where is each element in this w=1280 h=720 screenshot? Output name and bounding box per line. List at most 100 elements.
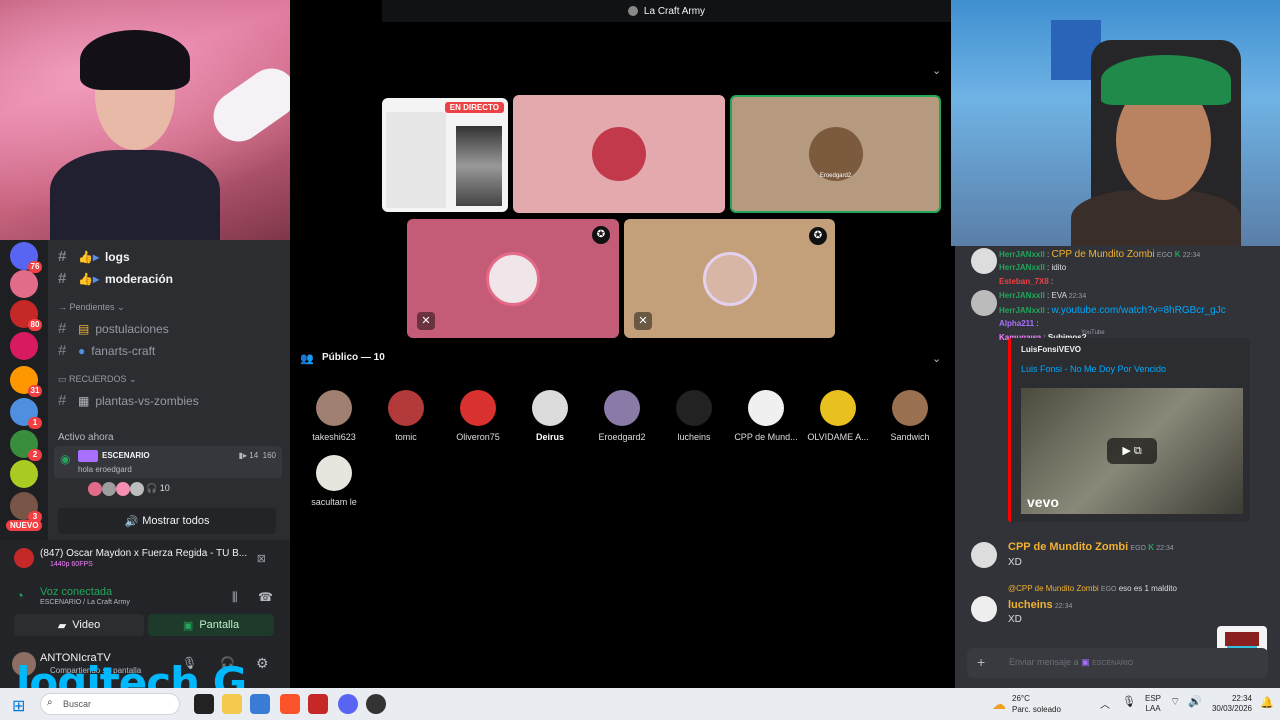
play-icon[interactable]: ▶ ⧉ (1107, 438, 1157, 464)
wifi-icon[interactable]: ⌔ (1170, 695, 1180, 709)
channel-logs[interactable]: # 👍▸ logs (58, 248, 130, 265)
avatar[interactable] (971, 290, 997, 316)
soundboard-icon[interactable]: ⫼ (232, 590, 238, 605)
file-explorer-icon[interactable] (222, 694, 242, 714)
discord-icon[interactable] (338, 694, 358, 714)
notification-icon[interactable]: 🔔 (1260, 696, 1274, 709)
video-thumbnail[interactable]: ▶ ⧉ vevo (1021, 388, 1243, 514)
hash-icon: # (58, 392, 67, 409)
audience-member[interactable]: Eroedgard2 (586, 390, 658, 442)
task-view-icon[interactable] (194, 694, 214, 714)
taskbar-clock[interactable]: 22:34 30/03/2026 (1206, 694, 1252, 714)
input-language[interactable]: ESP LAA (1145, 694, 1161, 714)
server-icon[interactable]: 1 (10, 398, 42, 429)
screen-label: Pantalla (199, 619, 240, 631)
screen-share-button[interactable]: ▣ Pantalla (148, 614, 274, 636)
chat-line: HerrJANxxII : EVA 22:34 (999, 291, 1087, 300)
taskbar-search[interactable]: ⌕ Buscar (40, 693, 180, 715)
show-all-label: Mostrar todos (142, 515, 210, 527)
channel-postulaciones[interactable]: # ▤ postulaciones (58, 320, 169, 337)
channel-moderacion[interactable]: # 👍▸ moderación (58, 270, 173, 287)
avatar[interactable] (971, 542, 997, 568)
category-pending[interactable]: → Pendientes ⌄ (58, 302, 125, 313)
microphone-icon[interactable]: 🎙 (1122, 695, 1136, 708)
hash-icon: # (58, 342, 67, 359)
plus-icon[interactable]: + (977, 654, 985, 670)
server-icon[interactable]: 2 (10, 430, 42, 461)
category-memories[interactable]: ▭ RECUERDOS ⌄ (58, 374, 137, 385)
member-name: sacultam le (311, 497, 357, 507)
active-stage-card[interactable]: ◉ ESCENARIO hola eroedgard ▮▸ 14 160 (54, 446, 282, 478)
weather-icon: ☁ (992, 696, 1006, 712)
server-icon[interactable]: 31 (10, 366, 42, 397)
embed-author[interactable]: LuisFonsiVEVO (1021, 345, 1081, 354)
audience-member[interactable]: CPP de Mund... (730, 390, 802, 442)
chat-user[interactable]: HerrJANxxII (999, 250, 1045, 259)
server-icon[interactable]: 3 (10, 492, 42, 523)
chevron-up-icon[interactable]: ︿ (1100, 696, 1110, 711)
weather-widget[interactable]: 26°C Parc. soleado (1012, 693, 1061, 715)
chat-user[interactable]: CPP de Mundito Zombi (1008, 541, 1128, 553)
person-body (50, 150, 220, 240)
speaker-tile[interactable]: ✕ ✪ (624, 219, 835, 338)
audience-member[interactable]: takeshi623 (298, 390, 370, 442)
speaker-tile[interactable] (513, 95, 725, 213)
audience-member[interactable]: lucheins (658, 390, 730, 442)
member-name: lucheins (677, 432, 711, 442)
now-playing-activity[interactable]: (847) Oscar Maydon x Fuerza Regida - TU … (14, 546, 274, 572)
new-badge: NUEVO (6, 520, 43, 531)
embed-title[interactable]: Luis Fonsi - No Me Doy Por Vencido (1021, 364, 1166, 374)
voice-connected-label[interactable]: Voz conectada (40, 586, 112, 598)
chat-input[interactable]: + Enviar mensaje a ▣ ESCENARIO (967, 648, 1268, 678)
chat-user[interactable]: Alpha211 (999, 319, 1034, 328)
audience-member[interactable]: tomic (370, 390, 442, 442)
channel-fanarts[interactable]: # ● fanarts-craft (58, 342, 155, 359)
audience-member[interactable]: Sandwich (874, 390, 946, 442)
avatar[interactable] (971, 596, 997, 622)
server-icon[interactable] (10, 270, 38, 298)
show-all-button[interactable]: 🔊 Mostrar todos (58, 508, 276, 534)
brave-browser-icon[interactable] (280, 694, 300, 714)
server-icon[interactable]: 80 (10, 300, 42, 331)
chevron-down-icon[interactable]: ⌄ (932, 64, 941, 77)
grid-icon: ▦ (78, 393, 90, 408)
audience-member[interactable]: Oliveron75 (442, 390, 514, 442)
stop-stream-icon[interactable]: ⊠ (257, 552, 266, 565)
member-name: Deirus (535, 432, 564, 442)
reply-preview[interactable]: @CPP de Mundito Zombi EGO eso es 1 maldi… (1008, 584, 1177, 593)
chat-message-header: CPP de Mundito Zombi EGO K 22:34 (1008, 541, 1174, 553)
channel-plantas[interactable]: # ▦ plantas-vs-zombies (58, 392, 199, 409)
obs-icon[interactable] (366, 694, 386, 714)
speaker-tile[interactable]: ✕ (407, 219, 619, 338)
settings-gear-icon[interactable]: ⚙ (256, 655, 269, 672)
server-icon[interactable]: 76 (10, 242, 42, 273)
store-icon[interactable] (250, 694, 270, 714)
speaker-tile-speaking[interactable]: Eroedgard2 (730, 95, 941, 213)
windows-start-icon[interactable]: ⊞ (12, 696, 25, 716)
disconnect-icon[interactable]: ☎ (258, 590, 273, 604)
member-name: OLVIDAME A... (807, 432, 869, 442)
chat-link[interactable]: w.youtube.com/watch?v=8hRGBcr_gJc (1051, 305, 1225, 316)
avatar[interactable] (971, 248, 997, 274)
app-icon[interactable] (308, 694, 328, 714)
chat-user[interactable]: Esteban_7X8 (999, 277, 1049, 286)
audience-member[interactable]: sacultam le (298, 455, 370, 507)
browser-preview (386, 112, 446, 208)
video-button[interactable]: ▰ Video (14, 614, 144, 636)
mic-muted-icon: ✕ (634, 312, 652, 330)
stage-icon: ◉ (60, 452, 71, 466)
chat-user[interactable]: lucheins (1008, 599, 1053, 611)
voice-channel-label[interactable]: ESCENARIO / La Craft Army (40, 599, 130, 606)
chat-user[interactable]: HerrJANxxII (999, 291, 1045, 300)
server-icon[interactable] (10, 332, 38, 360)
chevron-down-icon[interactable]: ⌄ (932, 352, 941, 365)
audience-member[interactable]: OLVIDAME A... (802, 390, 874, 442)
unread-badge: 80 (28, 319, 42, 331)
chat-user[interactable]: HerrJANxxII (999, 306, 1045, 315)
audience-member[interactable]: Deirus (514, 390, 586, 442)
server-icon[interactable] (10, 460, 38, 488)
chat-user[interactable]: HerrJANxxII (999, 263, 1045, 272)
verified-icon: K (1148, 543, 1154, 552)
screen-share-tile[interactable]: EN DIRECTO (382, 98, 508, 212)
volume-icon[interactable]: 🔊 (1188, 695, 1202, 708)
